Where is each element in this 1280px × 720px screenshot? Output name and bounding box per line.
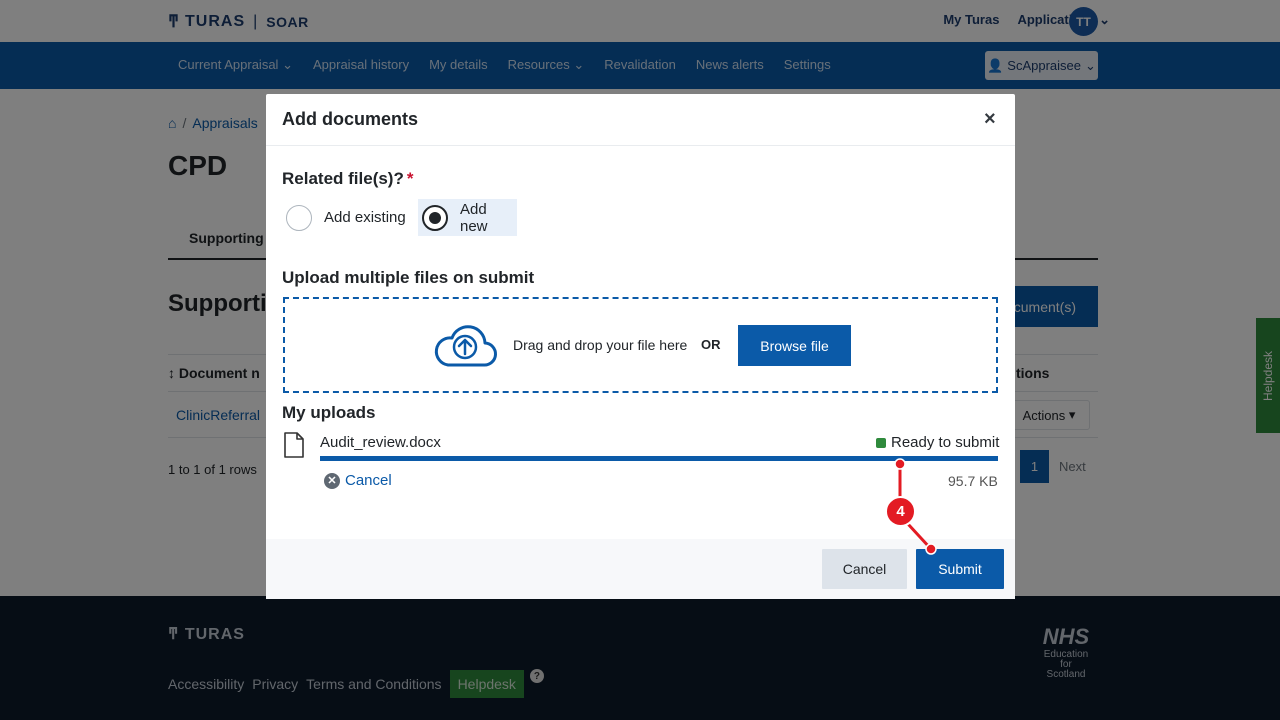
- required-mark: *: [406, 169, 414, 188]
- upload-progress-bar: [320, 456, 998, 461]
- modal-header: Add documents ×: [266, 94, 1015, 146]
- cancel-upload-link[interactable]: ✕ Cancel: [324, 472, 392, 489]
- my-uploads-heading: My uploads: [282, 403, 376, 422]
- dropzone-or: OR: [701, 337, 721, 352]
- step-number-badge: 4: [885, 496, 916, 527]
- related-files-label: Related file(s)? *: [282, 169, 414, 188]
- radio-circle-icon[interactable]: [286, 204, 312, 231]
- submit-button[interactable]: Submit: [916, 549, 1004, 589]
- radio-add-existing[interactable]: Add existing: [282, 199, 412, 236]
- radio-checked-icon[interactable]: [422, 204, 448, 231]
- modal-title: Add documents: [282, 109, 419, 129]
- cloud-upload-icon: [434, 325, 497, 367]
- radio-add-new[interactable]: Add new: [418, 199, 517, 236]
- dropzone-text: Drag and drop your file here: [513, 337, 688, 353]
- cancel-circle-icon: ✕: [324, 472, 340, 489]
- upload-status: Ready to submit: [876, 434, 999, 451]
- modal-footer: Cancel Submit: [266, 539, 1015, 599]
- upload-progress-fill: [320, 456, 998, 461]
- file-dropzone[interactable]: Drag and drop your file here OR Browse f…: [283, 297, 998, 393]
- close-icon[interactable]: ×: [984, 109, 996, 129]
- upload-file-size: 95.7 KB: [948, 473, 998, 489]
- upload-file-name: Audit_review.docx: [320, 434, 441, 451]
- status-dot-icon: [876, 437, 886, 448]
- upload-label: Upload multiple files on submit: [282, 268, 535, 287]
- cancel-button[interactable]: Cancel: [822, 549, 907, 589]
- browse-file-button[interactable]: Browse file: [738, 325, 851, 366]
- file-icon: [284, 432, 304, 458]
